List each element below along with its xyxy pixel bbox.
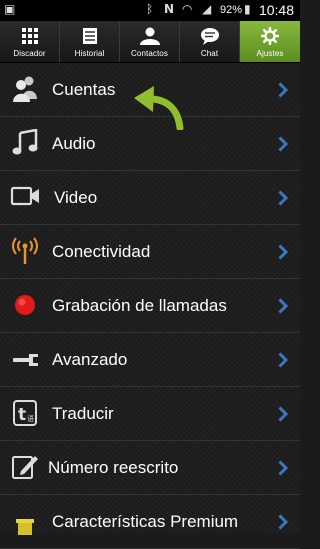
history-icon <box>82 28 97 44</box>
settings-item-numero-reescrito[interactable]: Número reescrito <box>0 441 300 495</box>
tab-bar: Discador Historial Contactos Chat Ajuste… <box>0 21 300 63</box>
settings-item-avanzado[interactable]: Avanzado <box>0 333 300 387</box>
chevron-right-icon <box>278 136 288 152</box>
settings-item-label: Video <box>54 188 98 207</box>
tab-label: Ajustes <box>256 49 284 58</box>
wifi-icon: ◠ <box>182 2 193 16</box>
settings-item-label: Cuentas <box>52 80 116 99</box>
tab-label: Discador <box>13 49 46 58</box>
tab-ajustes[interactable]: Ajustes <box>240 21 300 62</box>
settings-item-label: Traducir <box>52 404 114 423</box>
premium-icon <box>16 519 34 535</box>
settings-item-conectividad[interactable]: Conectividad <box>0 225 300 279</box>
settings-item-label: Número reescrito <box>48 458 179 477</box>
notification-icon: ▣ <box>4 2 16 16</box>
tab-label: Historial <box>74 49 105 58</box>
chevron-right-icon <box>278 190 288 206</box>
edit-icon <box>12 456 38 479</box>
dialpad-icon <box>21 28 38 44</box>
clock: 10:48 <box>258 2 294 18</box>
svg-text:t: t <box>18 405 26 425</box>
tab-contactos[interactable]: Contactos <box>120 21 180 62</box>
tab-label: Chat <box>200 49 219 58</box>
chevron-right-icon <box>278 352 288 368</box>
chevron-right-icon <box>278 406 288 422</box>
settings-item-label: Grabación de llamadas <box>52 296 227 315</box>
translate-icon: t 语 <box>13 400 37 426</box>
chevron-right-icon <box>278 460 288 476</box>
hint-arrow-icon <box>134 86 184 130</box>
svg-text:语: 语 <box>27 414 34 423</box>
bluetooth-icon: ᛒ <box>146 2 154 16</box>
settings-item-label: Avanzado <box>52 350 128 369</box>
tab-historial[interactable]: Historial <box>60 21 120 62</box>
status-bar: ▣ ᛒ N ◠ ◢ 92% ▮ 10:48 <box>0 0 300 21</box>
battery-percent: 92% <box>219 4 242 16</box>
tab-discador[interactable]: Discador <box>0 21 60 62</box>
wrench-icon <box>13 354 38 366</box>
settings-item-traducir[interactable]: t 语 Traducir <box>0 387 300 441</box>
gear-icon <box>261 27 279 45</box>
settings-item-grabacion[interactable]: Grabación de llamadas <box>0 279 300 333</box>
settings-item-label: Audio <box>52 134 96 153</box>
tab-label: Contactos <box>131 49 168 58</box>
chevron-right-icon <box>278 82 288 98</box>
chat-bubble-icon <box>200 28 219 45</box>
contacts-icon <box>139 27 160 45</box>
accounts-icon <box>13 76 37 102</box>
record-icon <box>15 295 35 315</box>
signal-icon: ◢ <box>202 2 212 16</box>
nfc-icon: N <box>164 2 175 16</box>
antenna-icon <box>12 237 38 264</box>
music-note-icon <box>12 129 38 155</box>
settings-item-video[interactable]: Video <box>0 171 300 225</box>
battery-icon: ▮ <box>244 2 251 16</box>
chevron-right-icon <box>278 514 288 530</box>
video-camera-icon <box>10 186 39 206</box>
chevron-right-icon <box>278 298 288 314</box>
settings-list: Cuentas Audio Video Conectividad Grabaci… <box>0 63 300 549</box>
settings-item-label: Características Premium <box>52 512 239 531</box>
settings-item-label: Conectividad <box>52 242 151 261</box>
chevron-right-icon <box>278 244 288 260</box>
settings-item-premium[interactable]: Características Premium <box>0 495 300 549</box>
tab-chat[interactable]: Chat <box>180 21 240 62</box>
